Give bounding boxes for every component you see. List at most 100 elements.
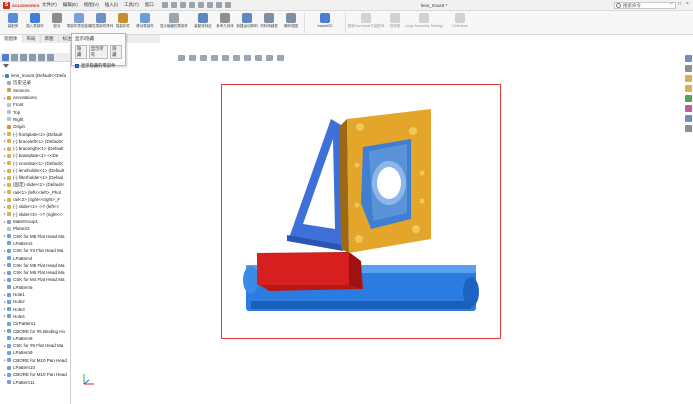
tree-item[interactable]: ▸ (-) crossbar<1> (Default< bbox=[0, 160, 71, 167]
save-icon[interactable] bbox=[179, 2, 186, 8]
ribbon-button-speedpak[interactable]: 更新Speedpak子装配体 bbox=[348, 11, 384, 33]
tree-item[interactable]: ▸ CBORE for M10 Pan Head bbox=[0, 357, 71, 364]
tree-item[interactable]: ▸ (-) lensholder<1> (Default bbox=[0, 167, 71, 174]
tree-item[interactable]: ▸ CSK for M5 Flat Head Ma bbox=[0, 233, 71, 240]
show-all-button[interactable]: 显示所有 bbox=[88, 45, 109, 59]
appearances-icon[interactable] bbox=[685, 105, 692, 112]
tree-item[interactable]: CirPattern1 bbox=[0, 320, 71, 327]
slider-part[interactable] bbox=[257, 252, 363, 291]
ribbon-button-show-hidden[interactable]: 显示隐藏的零部件 bbox=[156, 11, 192, 33]
minimize-icon[interactable]: – bbox=[670, 2, 675, 7]
ribbon-button-preview-window[interactable]: 零部件预览窗口 bbox=[67, 11, 91, 33]
menu-item[interactable]: 窗口 bbox=[145, 2, 154, 8]
tree-item[interactable]: LPattern9 bbox=[0, 349, 71, 356]
brace-part[interactable] bbox=[287, 119, 343, 251]
menu-item[interactable]: 文件(F) bbox=[42, 2, 57, 8]
property-manager-tab-icon[interactable] bbox=[11, 54, 18, 61]
tree-item[interactable]: ▸ (-) baseplate<1> <<De bbox=[0, 152, 71, 159]
home-icon[interactable] bbox=[685, 55, 692, 62]
tab-command-2[interactable]: 草图 bbox=[41, 35, 59, 43]
tree-item[interactable]: Right bbox=[0, 116, 71, 123]
tree-item[interactable]: ▸ CSK for #3 Flat Head Ma bbox=[0, 247, 71, 254]
ribbon-button-instant3d[interactable]: Instant3D bbox=[307, 11, 343, 33]
tree-item[interactable]: ▸ Hole1 bbox=[0, 291, 71, 298]
feature-manager-tab-icon[interactable] bbox=[2, 54, 9, 61]
cam-tab-icon[interactable] bbox=[47, 54, 54, 61]
configuration-manager-tab-icon[interactable] bbox=[20, 54, 27, 61]
tree-item[interactable]: ▸ (-) slider<1> ->? (left<< bbox=[0, 203, 71, 210]
menu-item[interactable]: 插入(I) bbox=[105, 2, 118, 8]
ribbon-button-smart-fastener[interactable]: 智能扣件 bbox=[112, 11, 134, 33]
resources-icon[interactable] bbox=[685, 65, 692, 72]
custom-properties-icon[interactable] bbox=[685, 115, 692, 122]
tree-item[interactable]: ▸ CSK for M4 Flat Head Ma bbox=[0, 276, 71, 283]
tree-item[interactable]: ▸ Hole3 bbox=[0, 306, 71, 313]
tree-item[interactable]: LPattern11 bbox=[0, 378, 71, 385]
show-hidden-checkbox[interactable] bbox=[75, 64, 79, 68]
ribbon-button-bom[interactable]: 材料明细表 bbox=[258, 11, 280, 33]
hide-button-2[interactable]: 隐藏 bbox=[110, 45, 122, 59]
file-explorer-icon[interactable] bbox=[685, 85, 692, 92]
open-icon[interactable] bbox=[170, 2, 177, 8]
ribbon-button-assembly-feature[interactable]: 装配体特征 bbox=[192, 11, 214, 33]
select-icon[interactable] bbox=[206, 2, 213, 8]
close-icon[interactable]: × bbox=[686, 2, 691, 7]
design-library-icon[interactable] bbox=[685, 75, 692, 82]
tree-item[interactable]: ▸ (-) braceleft<1> (Default< bbox=[0, 138, 71, 145]
hide-button[interactable]: 隐藏 bbox=[75, 45, 87, 59]
graphics-area[interactable] bbox=[71, 43, 684, 404]
tree-item[interactable]: ▸ Hole4 bbox=[0, 313, 71, 320]
view-palette-icon[interactable] bbox=[685, 95, 692, 102]
forum-icon[interactable] bbox=[685, 125, 692, 132]
tree-item[interactable]: ▸ (-) filterholder<1> (Defaul bbox=[0, 174, 71, 181]
tree-item[interactable]: ▸ CSK for M5 Flat Head Ma bbox=[0, 262, 71, 269]
tree-item[interactable]: ▸ rail<2> (right<<right>_F bbox=[0, 196, 71, 203]
ribbon-button-new-motion-study[interactable]: 新建运动算例 bbox=[236, 11, 258, 33]
options-icon[interactable] bbox=[224, 2, 231, 8]
menu-item[interactable]: 编辑(E) bbox=[63, 2, 78, 8]
tree-item[interactable]: ▸ Annotations bbox=[0, 94, 71, 101]
ribbon-button-exploded-view[interactable]: 爆炸视图 bbox=[280, 11, 302, 33]
tree-item[interactable]: LPattern5 bbox=[0, 284, 71, 291]
tree-item[interactable]: ▸ CBORE for #5 Binding Ho bbox=[0, 327, 71, 334]
tab-command-1[interactable]: 布局 bbox=[23, 35, 41, 43]
ribbon-button-mate[interactable]: 配合 bbox=[46, 11, 68, 33]
tree-item[interactable]: LPattern4 bbox=[0, 254, 71, 261]
ribbon-button-insert-component[interactable]: 插入零部件 bbox=[24, 11, 46, 33]
tree-item[interactable]: ▸ (-) slider<3> ->? (right<< bbox=[0, 211, 71, 218]
tree-item[interactable]: ▸ (-) braceright<1> (Default bbox=[0, 145, 71, 152]
tree-item[interactable]: ▸ CBORE for M10 Pan Head bbox=[0, 371, 71, 378]
tree-item[interactable]: 历史记录 bbox=[0, 79, 71, 86]
ribbon-button-large-assembly[interactable]: Large Assembly Settings bbox=[405, 11, 443, 33]
tree-item[interactable]: Sensors bbox=[0, 87, 71, 94]
lensholder-part[interactable] bbox=[361, 139, 411, 229]
maximize-icon[interactable]: □ bbox=[678, 2, 683, 7]
tree-item[interactable]: ▸ MateGroup1 bbox=[0, 218, 71, 225]
tree-item[interactable]: ▸ CSK for M5 Flat Head Ma bbox=[0, 269, 71, 276]
tree-item[interactable]: Plane23 bbox=[0, 225, 71, 232]
tree-item[interactable]: LPattern3 bbox=[0, 240, 71, 247]
tab-command-0[interactable]: 装配体 bbox=[0, 35, 23, 43]
tree-item[interactable]: ▸ rail<1> (left<<left>_Phot bbox=[0, 189, 71, 196]
tree-item[interactable]: LPattern8 bbox=[0, 335, 71, 342]
dimxpert-tab-icon[interactable] bbox=[29, 54, 36, 61]
tree-item[interactable]: ▸ (-) frontplate<1> (Default bbox=[0, 130, 71, 137]
menu-item[interactable]: 视图(V) bbox=[84, 2, 99, 8]
ribbon-button-move-component[interactable]: 移动零部件 bbox=[134, 11, 156, 33]
rebuild-icon[interactable] bbox=[215, 2, 222, 8]
tree-item[interactable]: Origin bbox=[0, 123, 71, 130]
search-input[interactable]: 搜索命令 bbox=[614, 2, 676, 9]
menu-item[interactable]: 工具(T) bbox=[124, 2, 139, 8]
tree-item[interactable]: ▾ lens_mount (Default<<Defa bbox=[0, 72, 71, 79]
tree-item[interactable]: ▸ (固定) slider<1> (Default< bbox=[0, 181, 71, 188]
ribbon-button-defeature[interactable]: Defeature bbox=[442, 11, 478, 33]
print-icon[interactable] bbox=[188, 2, 195, 8]
undo-icon[interactable] bbox=[197, 2, 204, 8]
ribbon-button-snapshot[interactable]: 拍快照 bbox=[384, 11, 406, 33]
tree-item[interactable]: Top bbox=[0, 108, 71, 115]
tree-filter[interactable] bbox=[0, 62, 70, 70]
new-document-icon[interactable] bbox=[161, 2, 168, 8]
tree-item[interactable]: ▸ Hole2 bbox=[0, 298, 71, 305]
tree-item[interactable]: LPattern10 bbox=[0, 364, 71, 371]
ribbon-button-reference-geometry[interactable]: 参考几何体 bbox=[214, 11, 236, 33]
